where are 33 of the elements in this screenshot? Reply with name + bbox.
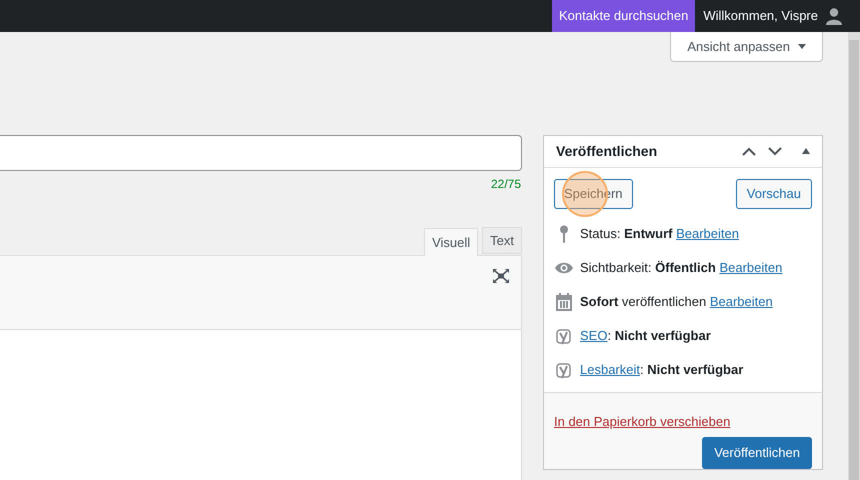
edit-link[interactable]: Lesbarkeit <box>580 362 640 377</box>
panel-title: Veröffentlichen <box>556 142 658 161</box>
fullscreen-icon[interactable] <box>492 268 510 284</box>
y-logo-icon <box>556 326 572 344</box>
edit-link[interactable]: Bearbeiten <box>710 294 773 309</box>
edit-link[interactable]: SEO <box>580 328 608 343</box>
status-text: Status: Entwurf Bearbeiten <box>580 224 739 243</box>
caret-icon <box>798 44 806 49</box>
up-chevron-icon[interactable] <box>742 146 756 156</box>
character-counter: 22/75 <box>490 176 521 193</box>
publish-button[interactable]: Veröffentlichen <box>702 437 812 469</box>
eye-icon <box>554 260 574 274</box>
down-chevron-icon[interactable] <box>768 146 782 156</box>
toggle-triangle-icon[interactable] <box>802 148 810 154</box>
trash-link[interactable]: In den Papierkorb verschieben <box>554 412 730 431</box>
user-icon <box>826 8 842 24</box>
status-text: SEO: Nicht verfügbar <box>580 326 711 345</box>
y-logo-icon <box>556 360 572 378</box>
status-text: Sichtbarkeit: Öffentlich Bearbeiten <box>580 258 782 277</box>
search-contacts-link[interactable]: Kontakte durchsuchen <box>552 0 696 32</box>
edit-link[interactable]: Bearbeiten <box>719 260 782 275</box>
calendar-icon <box>556 292 572 310</box>
screen-options-button[interactable]: Ansicht anpassen <box>670 32 823 62</box>
editor-tab[interactable]: Visuell <box>424 228 478 256</box>
preview-button[interactable]: Vorschau <box>736 178 812 208</box>
edit-link[interactable]: Bearbeiten <box>676 226 739 241</box>
scrollbar[interactable] <box>848 32 860 480</box>
pin-icon <box>559 224 569 242</box>
status-text: Sofort veröffentlichen Bearbeiten <box>580 292 773 311</box>
editor-tab[interactable]: Text <box>482 227 522 254</box>
greeting-link[interactable]: Willkommen, Vispre <box>695 0 848 32</box>
title-field[interactable] <box>0 135 522 171</box>
status-text: Lesbarkeit: Nicht verfügbar <box>580 360 744 379</box>
